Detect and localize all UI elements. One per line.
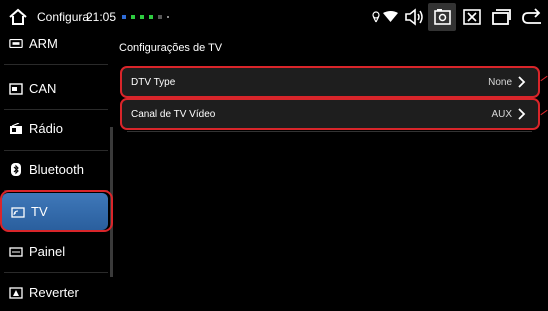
arm-chip-icon — [9, 37, 23, 49]
panel-icon — [9, 246, 23, 258]
notification-dot — [167, 16, 169, 18]
bluetooth-icon — [9, 163, 23, 176]
screenshot-button[interactable] — [428, 3, 456, 31]
row-value: AUX — [491, 108, 512, 120]
settings-row-canal-tv-video[interactable]: Canal de TV Vídeo AUX — [120, 98, 540, 130]
chevron-right-icon — [518, 108, 526, 120]
screenshot-icon — [434, 9, 451, 25]
settings-row-dtv-type[interactable]: DTV Type None — [120, 66, 540, 98]
notification-dot — [149, 15, 153, 19]
sidebar-item-label: Painel — [29, 244, 66, 259]
reverse-camera-icon — [9, 286, 23, 299]
notification-dot — [122, 15, 126, 19]
divider — [127, 131, 532, 132]
radio-icon — [9, 122, 23, 135]
notification-dot — [140, 15, 144, 19]
row-label: DTV Type — [131, 76, 176, 88]
app-title: Configura — [37, 10, 90, 24]
row-label: Canal de TV Vídeo — [131, 108, 216, 120]
location-wifi-icon — [372, 11, 398, 23]
sidebar-item-painel[interactable]: Painel — [0, 233, 110, 270]
sidebar-item-bluetooth[interactable]: Bluetooth — [0, 151, 110, 188]
can-module-icon — [9, 82, 23, 95]
active-item-highlight — [0, 190, 113, 232]
notification-dot — [158, 15, 162, 19]
clock: 21:05 — [86, 10, 117, 24]
close-icon[interactable] — [462, 8, 482, 26]
volume-icon[interactable] — [404, 8, 424, 26]
divider — [4, 64, 108, 65]
back-icon[interactable] — [521, 8, 543, 26]
sidebar-item-label: ARM — [29, 35, 58, 51]
sidebar-item-radio[interactable]: Rádio — [0, 110, 110, 147]
sidebar-item-can[interactable]: CAN — [0, 70, 110, 107]
sidebar-item-label: Bluetooth — [29, 162, 84, 177]
divider — [4, 272, 108, 273]
page-title: Configurações de TV — [119, 42, 223, 54]
recent-apps-icon[interactable] — [491, 8, 511, 26]
main-panel: Configurações de TV DTV Type None Canal … — [113, 34, 548, 307]
sidebar: ARM CAN Rádio Bluetooth TV Painel Revert… — [0, 34, 113, 307]
notification-icons — [122, 15, 169, 19]
chevron-right-icon — [518, 76, 526, 88]
sidebar-item-label: Reverter — [29, 285, 79, 300]
sidebar-item-label: Rádio — [29, 121, 63, 136]
row-value: None — [488, 76, 512, 88]
notification-dot — [131, 15, 135, 19]
sidebar-item-reverter[interactable]: Reverter — [0, 274, 110, 311]
home-icon[interactable] — [8, 7, 28, 27]
sidebar-item-arm[interactable]: ARM — [0, 28, 110, 58]
sidebar-item-label: CAN — [29, 81, 57, 96]
